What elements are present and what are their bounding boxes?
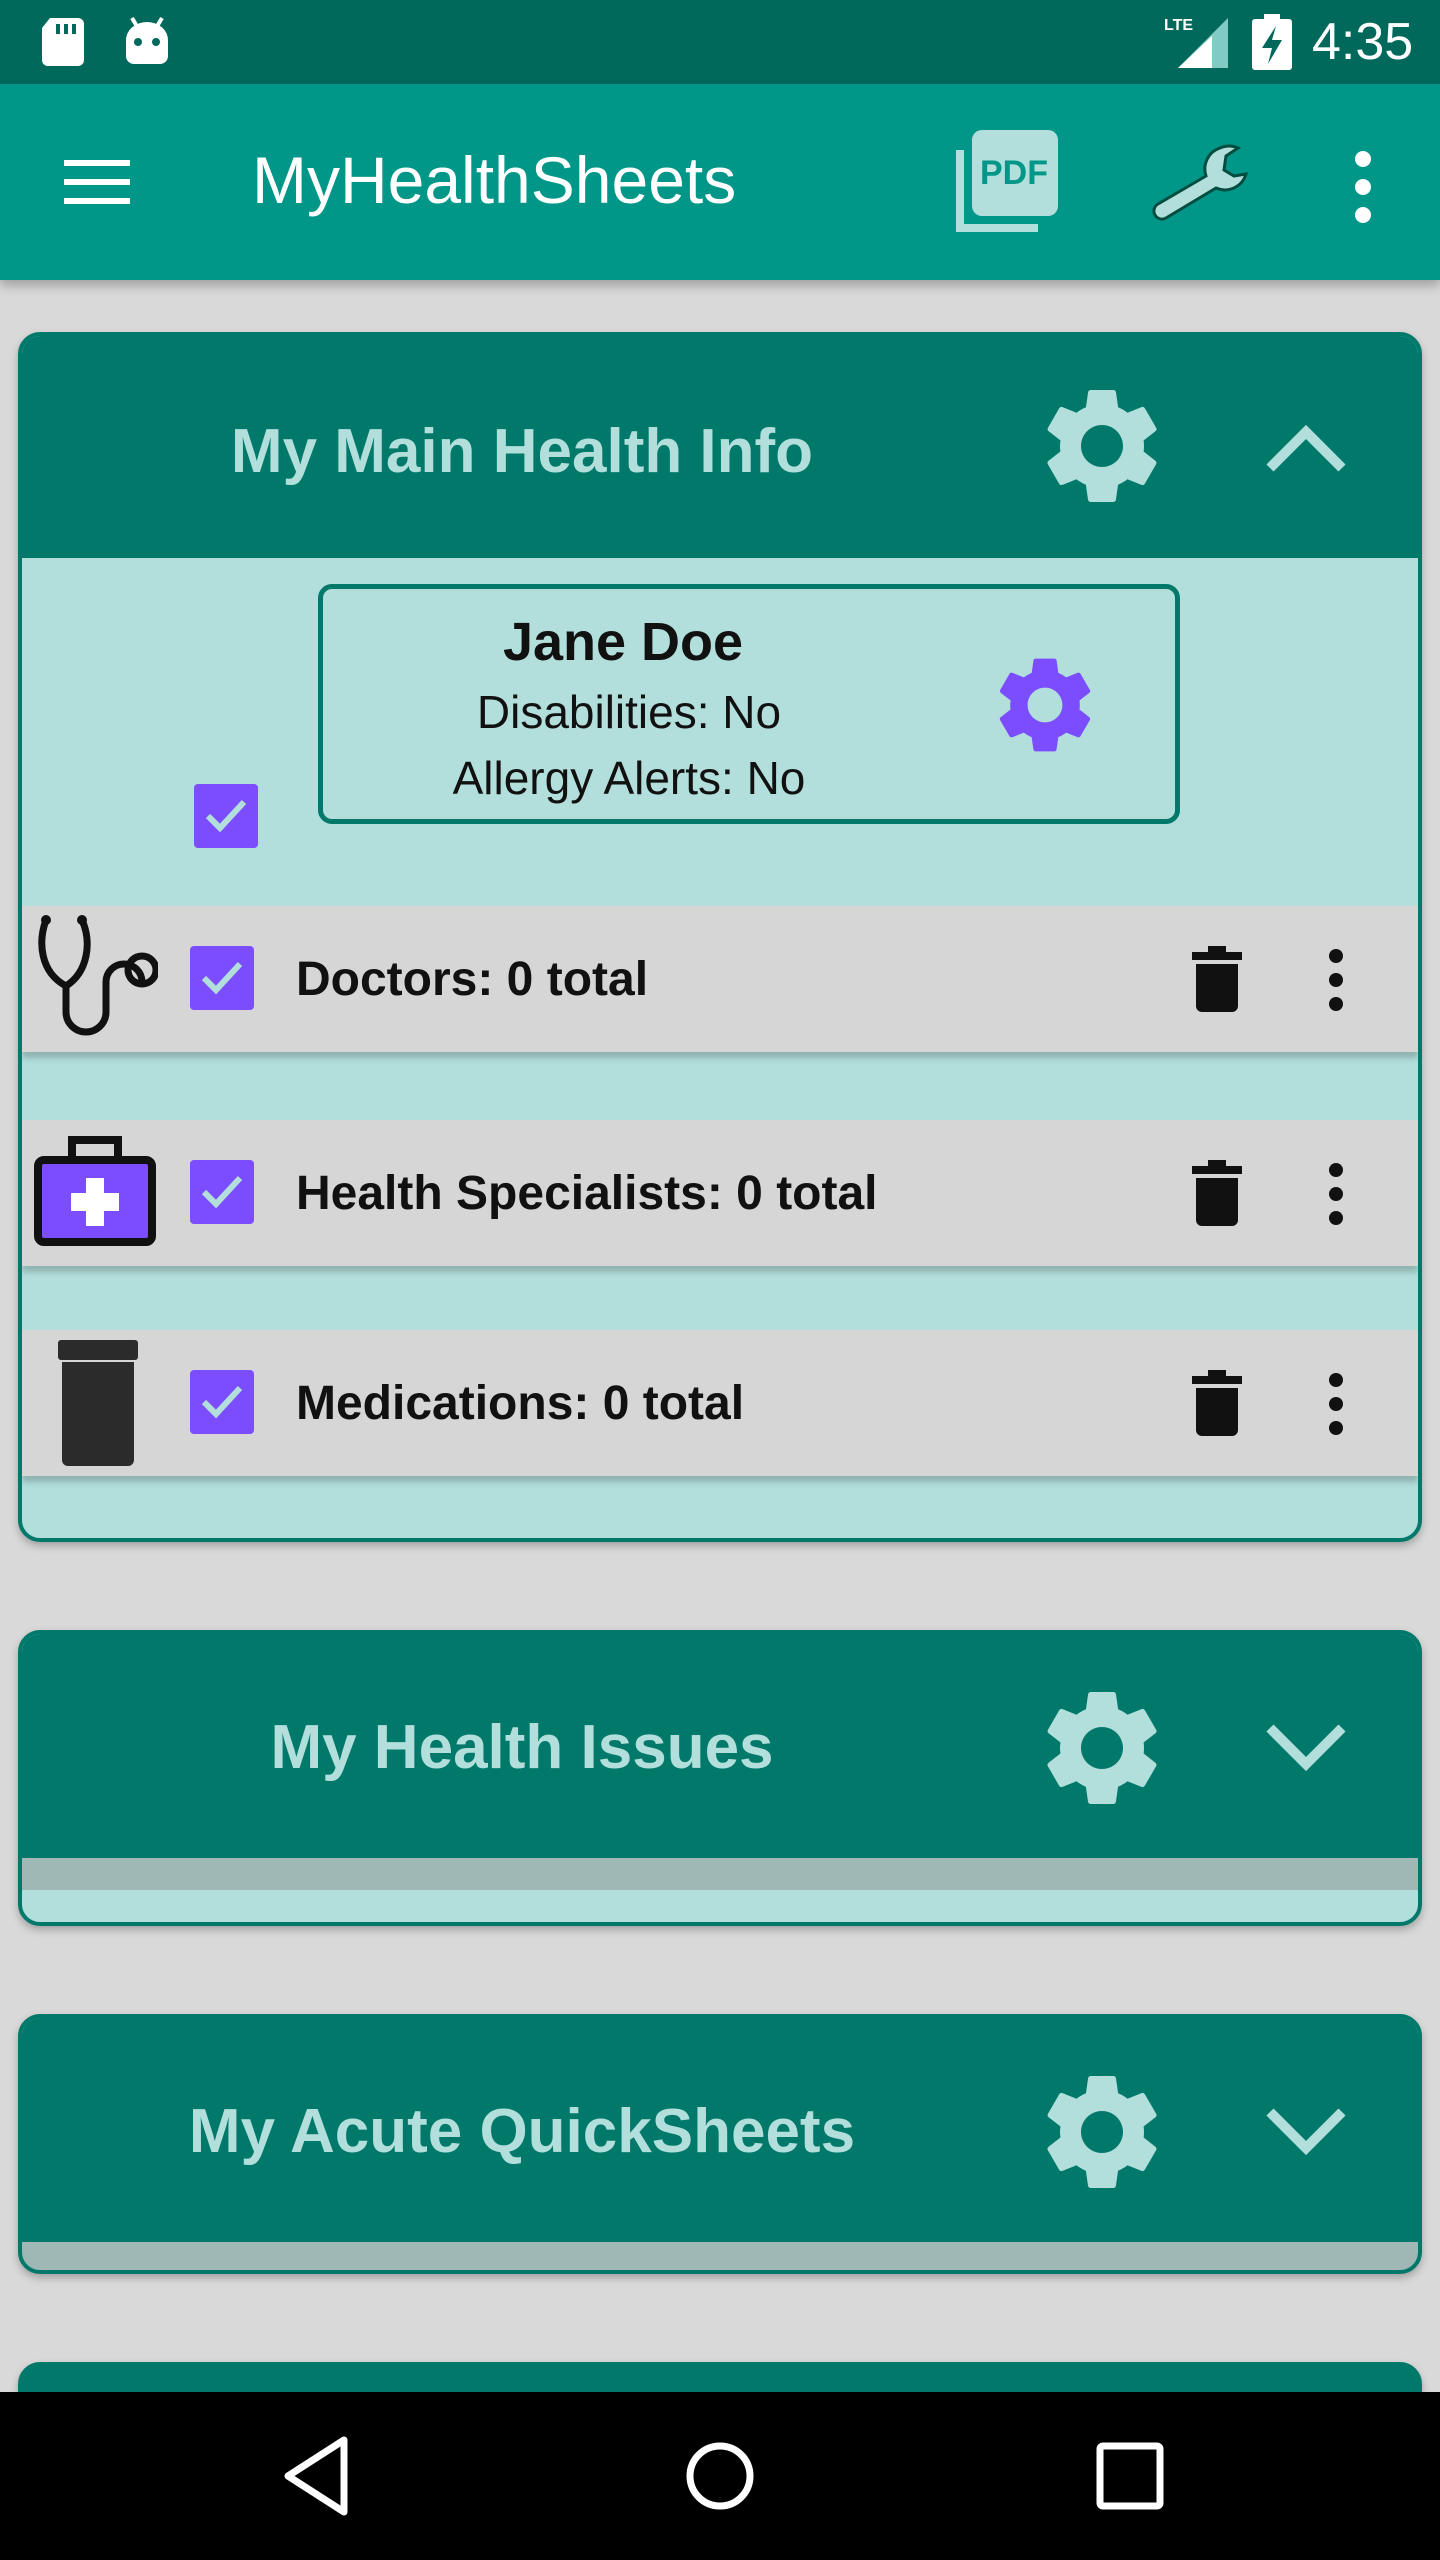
trash-icon[interactable] [1192,946,1242,1012]
profile-gear-icon[interactable] [987,647,1103,763]
list-row-doctors[interactable]: Doctors: 0 total [22,906,1418,1052]
app-bar: MyHealthSheets PDF [0,84,1440,280]
collapsed-content-strip [22,1858,1418,1890]
card-title: My Acute QuickSheets [188,2097,856,2166]
battery-charging-icon [1252,14,1292,70]
main-health-info-card: My Main Health Info Jane Doe Disabilitie… [18,332,1422,1542]
card-header[interactable]: My Acute QuickSheets [22,2018,1418,2242]
back-icon[interactable] [280,2434,356,2518]
checkmark-icon [205,799,247,833]
checkmark-icon [201,1175,243,1209]
trash-icon[interactable] [1192,1370,1242,1436]
card-title: My Main Health Info [230,417,814,486]
gear-icon[interactable] [1032,376,1172,516]
medications-checkbox[interactable] [190,1370,254,1434]
card-header[interactable]: My Main Health Info [22,336,1418,558]
android-icon [126,16,168,64]
status-clock: 4:35 [1312,13,1414,71]
doctors-label: Doctors: 0 total [296,953,649,1006]
home-icon[interactable] [682,2434,758,2518]
acute-quicksheets-card: My Acute QuickSheets [18,2014,1422,2274]
profile-summary-card[interactable]: Jane Doe Disabilities: No Allergy Alerts… [318,584,1180,824]
profile-name: Jane Doe [502,612,744,672]
more-vert-icon[interactable] [1324,1162,1348,1226]
more-vert-icon[interactable] [1324,948,1348,1012]
profile-allergy-alerts: Allergy Alerts: No [452,752,806,804]
health-specialists-checkbox[interactable] [190,1160,254,1224]
card-title: My Health Issues [270,1713,774,1782]
navigation-bar [0,2392,1440,2560]
doctors-checkbox[interactable] [190,946,254,1010]
chevron-down-icon[interactable] [1264,2102,1348,2158]
card-header[interactable]: My Health Issues [22,1634,1418,1858]
app-title: MyHealthSheets [252,143,737,217]
wrench-icon[interactable] [1150,142,1256,224]
profile-disabilities: Disabilities: No [476,686,782,738]
pdf-icon[interactable]: PDF [950,128,1060,236]
sd-card-icon [42,18,84,66]
health-issues-card: My Health Issues [18,1630,1422,1926]
status-bar: LTE 4:35 [0,0,1440,84]
gear-icon[interactable] [1032,2062,1172,2202]
svg-text:LTE: LTE [1164,17,1193,34]
medications-label: Medications: 0 total [296,1377,745,1430]
recents-icon[interactable] [1092,2438,1168,2514]
more-vert-icon[interactable] [1344,150,1382,224]
medical-kit-icon [34,1136,156,1246]
list-row-health-specialists[interactable]: Health Specialists: 0 total [22,1120,1418,1266]
lte-signal-icon: LTE [1164,17,1228,68]
svg-text:PDF: PDF [980,154,1048,192]
profile-checkbox[interactable] [194,784,258,848]
checkmark-icon [201,1385,243,1419]
chevron-down-icon[interactable] [1264,1718,1348,1774]
pill-bottle-icon [58,1340,138,1466]
checkmark-icon [201,961,243,995]
chevron-up-icon[interactable] [1264,420,1348,476]
gear-icon[interactable] [1032,1678,1172,1818]
trash-icon[interactable] [1192,1160,1242,1226]
menu-icon[interactable] [60,154,134,210]
more-vert-icon[interactable] [1324,1372,1348,1436]
list-row-medications[interactable]: Medications: 0 total [22,1330,1418,1476]
stethoscope-icon [38,915,158,1036]
health-specialists-label: Health Specialists: 0 total [296,1167,878,1220]
